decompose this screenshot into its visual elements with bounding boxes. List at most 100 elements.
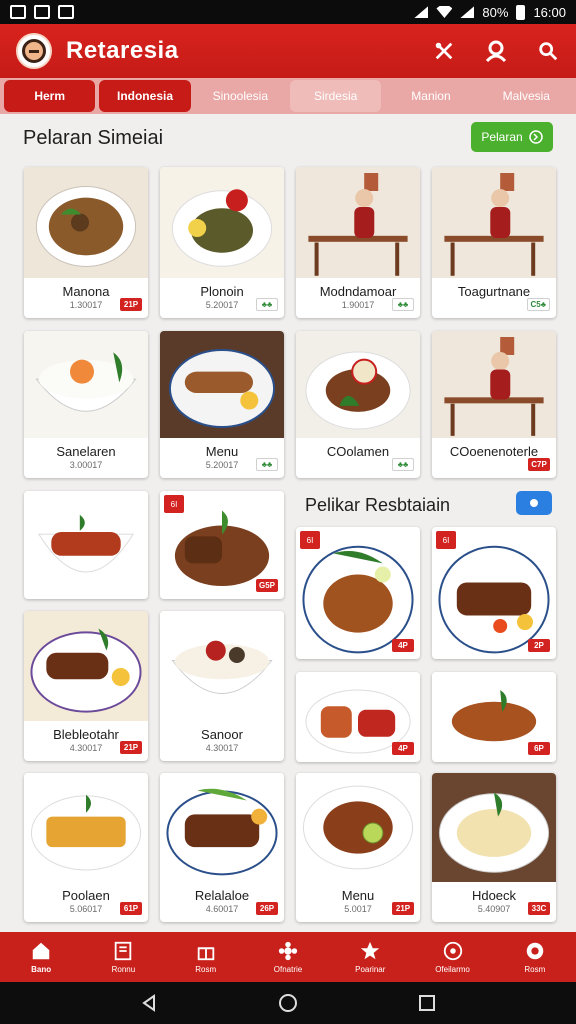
nav-label: Ofeilarmo <box>435 965 470 974</box>
food-name: Poolaen <box>62 888 110 903</box>
tab-manion[interactable]: Manion <box>385 80 476 112</box>
section2-action-button[interactable] <box>516 491 552 515</box>
search-icon <box>539 42 558 61</box>
nav-item-chat[interactable]: Ofeilarmo <box>411 932 493 982</box>
food-card[interactable]: 4P <box>296 672 420 762</box>
food-card[interactable]: Menu 5.0017 21P <box>296 773 420 922</box>
section-action-label: Pelaran <box>481 130 523 144</box>
price-badge: 4P <box>392 639 414 652</box>
price-badge: ♣♣ <box>256 458 278 471</box>
food-image <box>24 167 148 278</box>
tab-sinoolesia[interactable]: Sinoolesia <box>195 80 286 112</box>
price-badge: 6P <box>528 742 550 755</box>
battery-icon <box>516 4 526 20</box>
nav-item-profile[interactable]: Rosm <box>494 932 576 982</box>
food-name: COolamen <box>326 444 390 459</box>
wifi-icon <box>436 6 453 18</box>
price-badge: G5P <box>255 579 278 592</box>
food-image <box>24 491 148 599</box>
food-name: Manona <box>62 284 110 299</box>
food-card[interactable]: Sanoor 4.30017 <box>160 611 284 761</box>
food-card[interactable]: Sanelaren 3.00017 <box>24 331 148 478</box>
food-card[interactable]: COoenenoterle C7P <box>432 331 556 478</box>
recents-icon[interactable] <box>418 994 436 1012</box>
nav-item-home[interactable]: Bano <box>0 932 82 982</box>
price-badge: 21P <box>120 298 142 311</box>
nav-label: Ofnatrie <box>273 965 303 974</box>
food-name: Toagurtnane <box>457 284 531 299</box>
nav-item-flower[interactable]: Ofnatrie <box>247 932 329 982</box>
home-circle-icon[interactable] <box>278 993 298 1013</box>
nav-label: Rosm <box>195 965 217 974</box>
food-card[interactable]: Toagurtnane C5♣ <box>432 167 556 318</box>
corner-badge: 6I <box>300 531 320 549</box>
cutlery-button[interactable] <box>432 39 456 63</box>
food-card[interactable]: Manona 1.30017 21P <box>24 167 148 318</box>
food-card[interactable]: COolamen ♣♣ <box>296 331 420 478</box>
corner-badge: 6I <box>436 531 456 549</box>
tab-indonesia[interactable]: Indonesia <box>99 80 191 112</box>
gift-icon <box>197 947 214 961</box>
nav-item-star[interactable]: Poarinar <box>329 932 411 982</box>
food-name: Sanoor <box>201 727 243 742</box>
food-card[interactable]: Modndamoar 1.90017 ♣♣ <box>296 167 420 318</box>
food-name: Hdoeck <box>471 888 517 903</box>
food-image <box>160 611 284 721</box>
price-badge: ♣♣ <box>392 458 414 471</box>
chef-icon <box>22 39 46 63</box>
food-card[interactable]: Relalaloe 4.60017 26P <box>160 773 284 922</box>
bottom-nav: Bano Ronnu Rosm Ofnatrie Poarinar Ofeilarmo Ro… <box>0 932 576 982</box>
food-image <box>24 773 148 882</box>
menu-book-icon <box>115 941 132 961</box>
profile-button[interactable] <box>484 39 508 63</box>
price-badge: 2P <box>528 639 550 652</box>
tab-malvesia[interactable]: Malvesia <box>481 80 572 112</box>
section-action-button[interactable]: Pelaran <box>471 122 553 152</box>
food-image <box>160 167 284 278</box>
back-icon[interactable] <box>140 994 158 1012</box>
price-badge: C7P <box>528 458 550 471</box>
gallery-icon <box>10 5 26 19</box>
info-icon <box>530 499 538 507</box>
food-card[interactable]: G5P 6I <box>160 491 284 599</box>
app-logo[interactable] <box>16 33 52 69</box>
food-image <box>432 773 556 882</box>
category-tabs: Herm Indonesia Sinoolesia Sirdesia Manio… <box>0 78 576 114</box>
price-badge: 26P <box>256 902 278 915</box>
food-card[interactable]: Menu 5.20017 ♣♣ <box>160 331 284 478</box>
price-badge: 4P <box>392 742 414 755</box>
profile-icon <box>526 942 544 960</box>
food-card[interactable]: Hdoeck 5.40907 33C <box>432 773 556 922</box>
food-card[interactable]: Plonoin 5.20017 ♣♣ <box>160 167 284 318</box>
bluetooth-icon <box>414 6 429 18</box>
nav-item-menu-book[interactable]: Ronnu <box>82 932 164 982</box>
chat-icon <box>443 941 462 961</box>
search-button[interactable] <box>536 39 560 63</box>
nav-item-gift[interactable]: Rosm <box>165 932 247 982</box>
price-badge: C5♣ <box>526 298 550 311</box>
price-badge: ♣♣ <box>392 298 414 311</box>
food-name: Modndamoar <box>319 284 397 299</box>
food-name: COoenenoterle <box>449 444 539 459</box>
user-icon <box>485 40 507 63</box>
tab-sirdesia[interactable]: Sirdesia <box>289 80 382 112</box>
food-name: Relalaloe <box>194 888 250 903</box>
food-card[interactable]: 4P 6I <box>296 527 420 659</box>
food-name: Menu <box>205 444 239 459</box>
section-title-2: Pelikar Resbtaiain <box>305 495 451 515</box>
food-card[interactable]: Poolaen 5.06017 61P <box>24 773 148 922</box>
food-name: Blebleotahr <box>53 727 119 742</box>
food-card[interactable]: 6P <box>432 672 556 762</box>
food-card[interactable]: 2P 6I <box>432 527 556 659</box>
food-card[interactable] <box>24 491 148 599</box>
food-price: 3.00017 <box>69 460 103 470</box>
food-image <box>296 167 420 278</box>
food-card[interactable]: Blebleotahr 4.30017 21P <box>24 611 148 761</box>
app-header: Retaresia <box>0 24 576 78</box>
price-badge: 21P <box>120 741 142 754</box>
nav-label: Poarinar <box>355 965 386 974</box>
signal-icon <box>460 6 475 18</box>
tab-herm[interactable]: Herm <box>4 80 96 112</box>
price-badge: ♣♣ <box>256 298 278 311</box>
status-bar: 80% 16:00 <box>0 0 576 24</box>
